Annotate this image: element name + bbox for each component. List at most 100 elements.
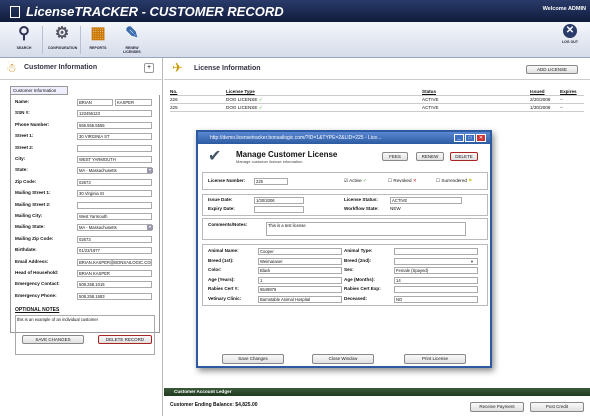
field-input[interactable]: 508.258.1016 [77, 281, 152, 289]
issue-date-label: Issue Date: [208, 197, 233, 202]
license-status-select[interactable]: ACTIVE [390, 197, 462, 204]
customer-field-row: Mailing State: MA - Massachusetts ▼ [15, 224, 163, 232]
renew-licenses-button[interactable]: ✎ RENEW LICENSES [118, 24, 146, 54]
delete-record-button[interactable]: DELETE RECORD [98, 335, 152, 344]
expiry-date-field[interactable] [254, 206, 304, 213]
table-row[interactable]: 225 DOG LICENSE ✓ ACTIVE 1/30/2006 -- [170, 104, 584, 112]
configuration-button[interactable]: ⚙ CONFIGURATION [48, 24, 77, 50]
animal-field-input[interactable]: 6549876 [258, 286, 342, 293]
field-input[interactable]: 02673 [77, 235, 152, 243]
expand-icon[interactable]: + [144, 63, 154, 73]
surrendered-checkbox[interactable]: ☐ Surrendered ⚑ [436, 178, 472, 184]
col-issued[interactable]: Issued [530, 89, 545, 94]
field-input[interactable]: WEST YARMOUTH [77, 156, 152, 163]
workflow-state-row: Workflow State: NEW [344, 206, 484, 214]
chevron-down-icon[interactable]: ▼ [470, 259, 474, 264]
animal-field-input[interactable]: Cooper [258, 248, 342, 255]
ledger-title-bar[interactable]: Customer Account Ledger [164, 388, 590, 396]
animal-field-label: Sex: [344, 267, 354, 272]
logout-label: LOG OUT [562, 40, 578, 44]
field-input[interactable]: 123456123 [77, 110, 152, 118]
field-input[interactable] [77, 201, 152, 209]
field-select[interactable]: MA - Massachusetts [77, 224, 152, 232]
license-number-label: License Number: [208, 178, 246, 183]
animal-field-row: Vetinary Clinic: Barnstable Animal Hospit… [208, 295, 348, 304]
animal-field-input[interactable]: Barnstable Animal Hospital [258, 295, 342, 303]
close-window-icon[interactable]: ✕ [476, 134, 486, 142]
chevron-down-icon[interactable]: ▼ [147, 168, 153, 174]
customer-field-row: State: MA - Massachusetts ▼ [15, 167, 163, 175]
animal-field-row: Rabies Cert #: 6549876 [208, 286, 348, 294]
table-row[interactable]: 226 DOG LICENSE ✓ ACTIVE 2/20/2006 -- [170, 96, 584, 104]
field-input[interactable]: 555.555.5555 [77, 121, 152, 129]
field-select[interactable]: MA - Massachusetts [77, 167, 152, 175]
tab-customer-information[interactable]: Customer Information [10, 86, 68, 95]
license-table: No. License Type Status Issued Expires 2… [170, 88, 584, 112]
reports-label: REPORTS [89, 46, 107, 50]
print-license-button[interactable]: Print License [404, 354, 466, 364]
field-input[interactable]: 508.258.1683 [77, 292, 152, 300]
animal-field-input[interactable]: Black [258, 267, 342, 274]
col-license-type[interactable]: License Type [226, 89, 255, 94]
field-input[interactable]: 01/23/1977 [77, 247, 152, 255]
field-input[interactable]: West Yarmouth [77, 213, 152, 220]
renew-button[interactable]: RENEW [416, 152, 444, 161]
comments-field[interactable]: This is a test license [266, 222, 466, 236]
animal-field-input[interactable]: Weimaraner [258, 257, 342, 265]
license-number-row: License Number: 225 [208, 178, 328, 186]
revoked-checkbox[interactable]: ☐ Revoked ✕ [388, 178, 417, 184]
col-no[interactable]: No. [170, 89, 177, 94]
field-input[interactable]: BRIAN KASPER [77, 270, 152, 277]
logout-button[interactable]: ✕ LOG OUT [556, 24, 584, 44]
animal-field-input[interactable]: 1 [258, 276, 342, 284]
field-input[interactable]: 30 Virginia St [77, 190, 152, 198]
row-status: ACTIVE [422, 97, 439, 102]
customer-field-row: Phone Number: 555.555.5555 [15, 121, 163, 129]
post-credit-button[interactable]: Post Credit [530, 402, 584, 412]
field-input[interactable]: 02673 [77, 178, 152, 186]
comments-row: Comments/Notes: This is a test license [208, 222, 478, 238]
animal-field-input[interactable]: NO [394, 295, 478, 303]
close-window-button[interactable]: Close Window [312, 354, 374, 364]
field-label: Head of Household: [15, 270, 59, 275]
minimize-button[interactable]: _ [454, 134, 464, 142]
customer-field-row: Mailing Zip Code: 02673 [15, 235, 163, 243]
reports-button[interactable]: ▦ REPORTS [84, 24, 112, 50]
issue-date-field[interactable]: 1/30/2006 [254, 197, 304, 204]
save-changes-modal-button[interactable]: Save Changes [222, 354, 284, 364]
animal-field-input[interactable] [394, 248, 478, 255]
field-input[interactable] [77, 144, 152, 152]
row-no: 226 [170, 97, 178, 102]
animal-field-input[interactable] [394, 286, 478, 293]
field-label: Emergency Phone: [15, 292, 57, 298]
add-license-button[interactable]: ADD LICENSE [526, 65, 578, 74]
field-input[interactable]: BRIAN.KASPER@BONSAILOGIC.COM [77, 258, 152, 266]
expiry-date-row: Expiry Date: [208, 206, 328, 214]
license-number-field[interactable]: 225 [254, 178, 288, 185]
field-label: Mailing Street 1: [15, 190, 51, 196]
optional-notes-title: OPTIONAL NOTES [15, 307, 60, 313]
window-title-bar[interactable]: http://demo.licensetracker.bonsailogic.c… [198, 132, 490, 144]
active-checkbox[interactable]: ☑ Active ✓ [344, 178, 367, 184]
delete-button[interactable]: DELETE [450, 152, 478, 161]
chevron-down-icon[interactable]: ▼ [147, 225, 153, 231]
fees-button[interactable]: FEES [382, 152, 408, 161]
col-expires[interactable]: Expires [560, 89, 577, 94]
customer-field-row: Head of Household: BRIAN KASPER [15, 270, 163, 277]
search-button[interactable]: ⚲ SEARCH [10, 24, 38, 50]
renew-icon: ✎ [125, 25, 139, 42]
animal-field-input[interactable]: 14 [394, 276, 478, 284]
maximize-button[interactable]: □ [465, 134, 475, 142]
receive-payment-button[interactable]: Receive Payment [470, 402, 524, 412]
row-issued: 1/30/2006 [530, 105, 551, 110]
field-input[interactable]: 30 VIRGINIA ST [77, 133, 152, 141]
field-input[interactable]: BRIAN [77, 99, 113, 106]
customer-field-row: Email Address: BRIAN.KASPER@BONSAILOGIC.C… [15, 258, 163, 266]
field-input-last-name[interactable]: KASPER [115, 99, 152, 106]
animal-field-row: Breed (2nd): ▼ [344, 257, 484, 266]
license-status-row: License Status: ACTIVE [344, 197, 484, 205]
col-status[interactable]: Status [422, 89, 436, 94]
save-changes-button[interactable]: SAVE CHANGES [22, 335, 84, 344]
animal-field-select[interactable] [394, 257, 478, 265]
animal-field-input[interactable]: Female (Spayed) [394, 267, 478, 274]
